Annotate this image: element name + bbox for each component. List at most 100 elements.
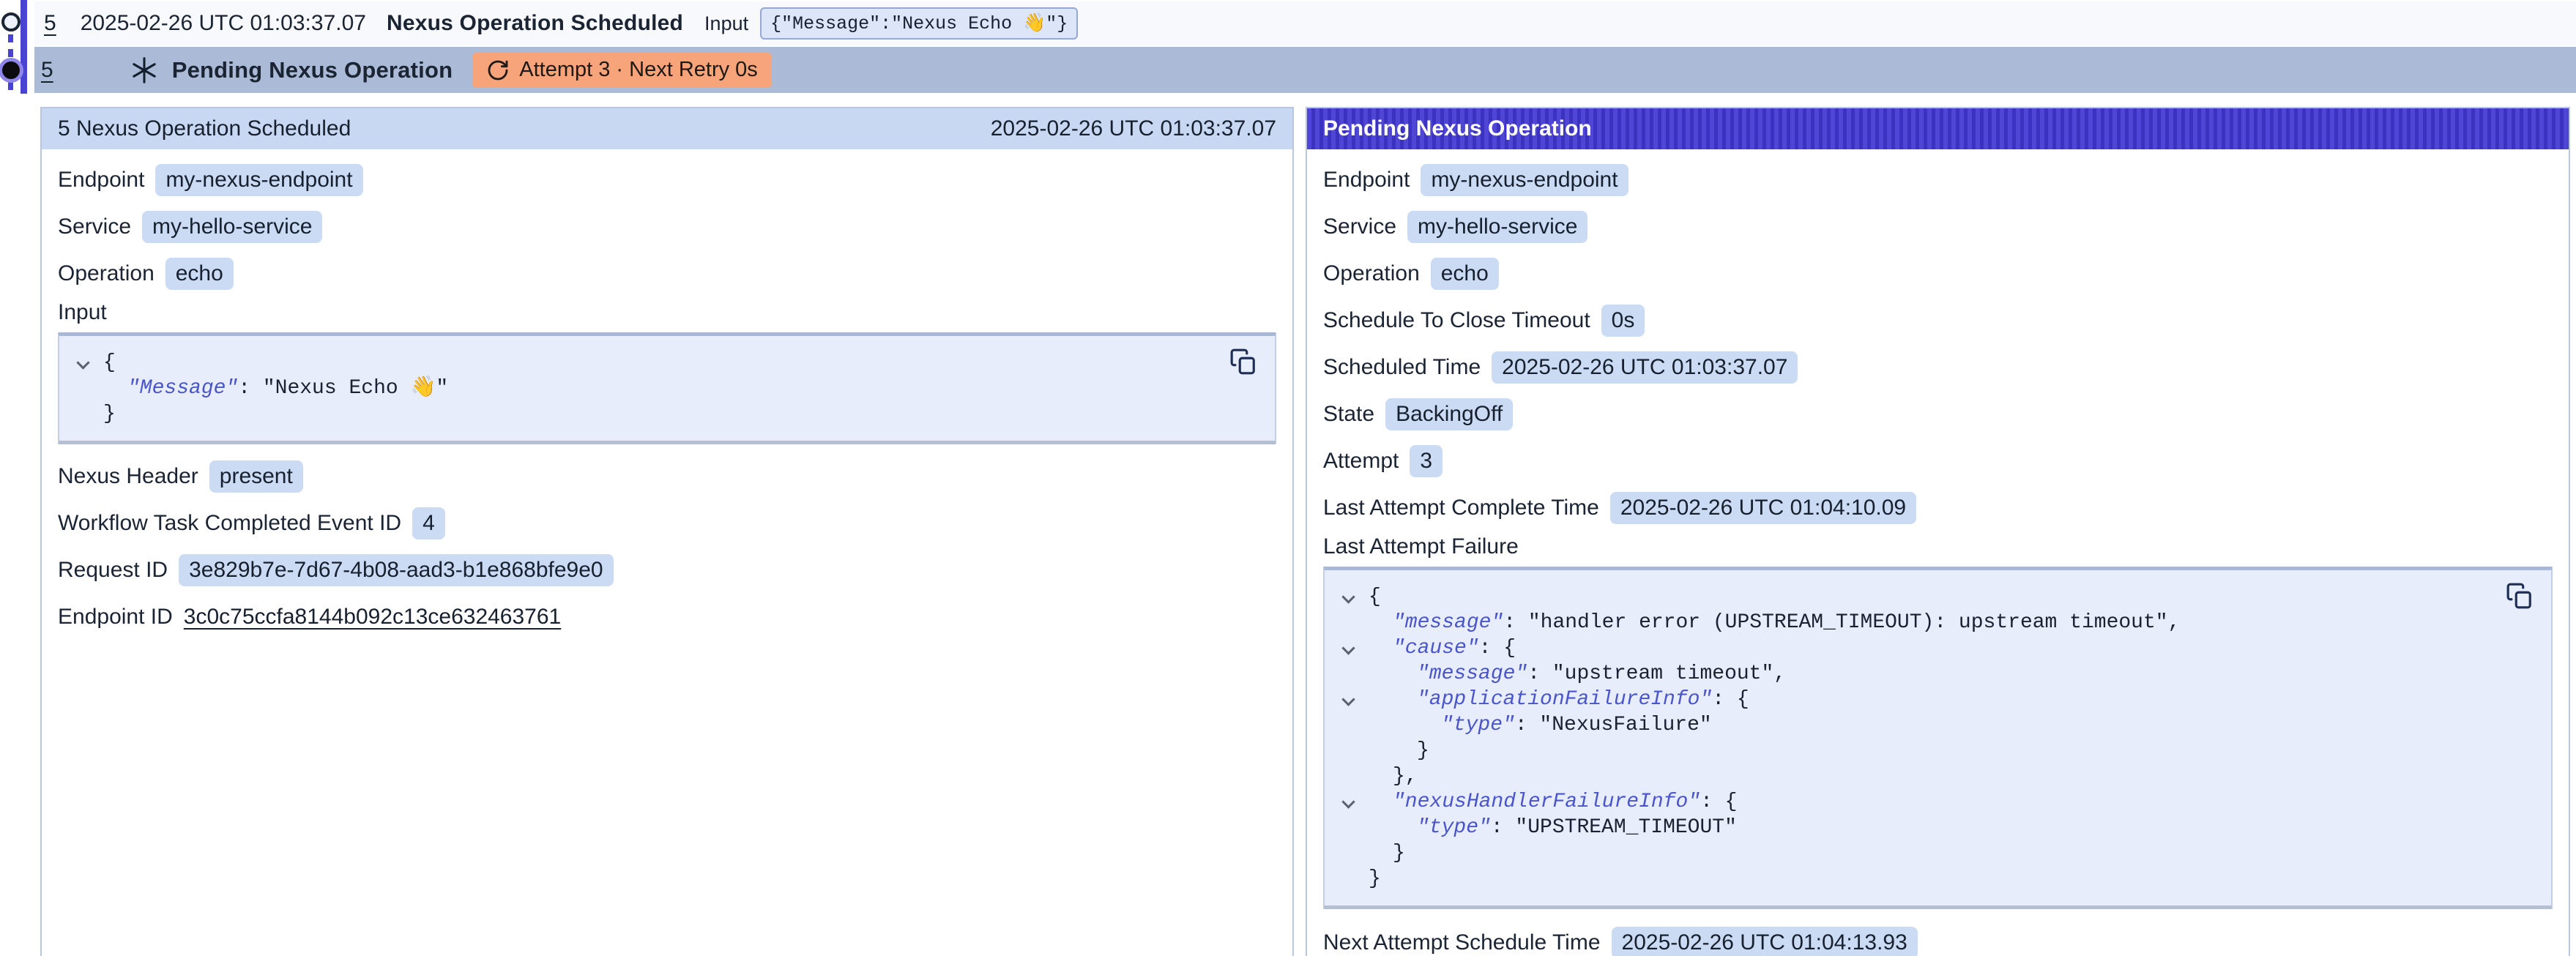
field-value-badge: 2025-02-26 UTC 01:03:37.07 [1492, 351, 1798, 384]
pending-panel-header: Pending Nexus Operation [1307, 108, 2569, 149]
field-value-badge: my-hello-service [142, 211, 322, 243]
field-label: Schedule To Close Timeout [1323, 308, 1590, 333]
input-label: Input [704, 12, 748, 35]
code-line: "type": "UPSTREAM_TIMEOUT" [1325, 815, 2485, 840]
retry-icon [486, 59, 510, 82]
field-value-link[interactable]: 3c0c75ccfa8144b092c13ce632463761 [184, 605, 561, 630]
pending-asterisk-icon [127, 53, 161, 87]
json-text: } [1369, 867, 1381, 890]
copy-icon [1229, 348, 1257, 376]
field-row: Endpoint ID 3c0c75ccfa8144b092c13ce632463… [58, 594, 1276, 641]
field-value-badge: BackingOff [1385, 398, 1513, 430]
json-key: "type" [1417, 816, 1491, 839]
field-value-badge: 0s [1601, 305, 1645, 337]
field-row: Workflow Task Completed Event ID4 [58, 500, 1276, 547]
timeline-dashed-connector [8, 34, 13, 59]
input-json-viewer: {"Message": "Nexus Echo 👋"} [58, 332, 1276, 444]
field-value-badge: present [209, 460, 303, 493]
code-line: { [59, 350, 1209, 376]
json-key: "message" [1393, 611, 1503, 634]
json-text: : "UPSTREAM_TIMEOUT" [1491, 816, 1737, 839]
field-label: Endpoint ID [58, 605, 173, 630]
field-label: Last Attempt Complete Time [1323, 496, 1599, 520]
field-value-badge: echo [1431, 258, 1499, 290]
field-label: Scheduled Time [1323, 355, 1481, 380]
field-row: Operation echo [58, 250, 1276, 297]
code-line: "cause": { [1325, 635, 2485, 661]
json-key: "cause" [1393, 637, 1479, 660]
json-key: "nexusHandlerFailureInfo" [1393, 791, 1700, 813]
json-text: : "handler error (UPSTREAM_TIMEOUT): ups… [1503, 611, 2180, 634]
field-label: Endpoint [1323, 168, 1410, 193]
field-row: Service my-hello-service [1323, 203, 2553, 250]
retry-badge-text: Attempt 3 · Next Retry 0s [519, 58, 758, 82]
code-line: }, [1325, 763, 2485, 789]
json-key: "message" [1417, 662, 1527, 685]
copy-button[interactable] [2504, 580, 2535, 611]
field-value-badge: 2025-02-26 UTC 01:04:10.09 [1610, 492, 1916, 524]
failure-section-label: Last Attempt Failure [1323, 531, 2553, 567]
field-label: State [1323, 402, 1374, 427]
json-text: : { [1479, 637, 1516, 660]
field-label: Request ID [58, 558, 168, 583]
field-value-badge: my-nexus-endpoint [155, 164, 362, 196]
field-label: Endpoint [58, 168, 144, 193]
code-line: "nexusHandlerFailureInfo": { [1325, 789, 2485, 815]
failure-json-viewer: {"message": "handler error (UPSTREAM_TIM… [1323, 567, 2553, 909]
field-label: Nexus Header [58, 464, 198, 489]
json-text: : "upstream timeout", [1527, 662, 1786, 685]
event-history-view: 5 2025-02-26 UTC 01:03:37.07 Nexus Opera… [0, 0, 2576, 956]
copy-icon [2506, 582, 2534, 610]
field-label: Service [58, 214, 131, 239]
panel-timestamp: 2025-02-26 UTC 01:03:37.07 [991, 116, 1276, 141]
json-text: : { [1700, 791, 1737, 813]
field-value-badge: 2025-02-26 UTC 01:04:13.93 [1612, 927, 1918, 956]
json-key: "type" [1441, 714, 1515, 736]
code-line: "Message": "Nexus Echo 👋" [59, 376, 1209, 401]
json-key: "Message" [127, 377, 238, 400]
json-text: : "Nexus Echo 👋" [238, 377, 448, 400]
json-text: { [103, 351, 116, 374]
field-label: Next Attempt Schedule Time [1323, 930, 1601, 955]
event-title: Pending Nexus Operation [172, 57, 453, 83]
field-value-badge: echo [165, 258, 234, 290]
field-row: Endpoint my-nexus-endpoint [58, 157, 1276, 203]
timeline-event-node-icon [1, 12, 21, 31]
input-preview-badge: {"Message":"Nexus Echo 👋"} [760, 7, 1078, 40]
code-line: { [1325, 584, 2485, 610]
field-row: State BackingOff [1323, 391, 2553, 438]
timeline-pending-node-icon [2, 61, 20, 79]
code-line: "message": "upstream timeout", [1325, 661, 2485, 687]
input-section-label: Input [58, 297, 1276, 332]
json-text: : "NexusFailure" [1515, 714, 1712, 736]
event-row-pending-selected[interactable]: 5 Pending Nexus Operation Attempt 3 · Ne… [34, 47, 2576, 93]
code-line: } [1325, 738, 2485, 763]
event-row-scheduled[interactable]: 5 2025-02-26 UTC 01:03:37.07 Nexus Opera… [34, 1, 2576, 45]
event-id-link[interactable]: 5 [41, 58, 53, 83]
field-row: Operationecho [1323, 250, 2553, 297]
field-label: Operation [58, 261, 155, 286]
field-value-badge: 4 [412, 507, 445, 539]
timeline-dashed-connector [8, 82, 13, 94]
field-value-badge: my-nexus-endpoint [1421, 164, 1628, 196]
field-row: Nexus Header present [58, 453, 1276, 500]
field-value-badge: 3 [1410, 445, 1443, 477]
field-value-badge: my-hello-service [1407, 211, 1587, 243]
code-line: "type": "NexusFailure" [1325, 712, 2485, 738]
json-text: }, [1393, 765, 1418, 788]
copy-button[interactable] [1228, 346, 1259, 377]
field-label: Service [1323, 214, 1396, 239]
field-row: Last Attempt Complete Time 2025-02-26 UTC… [1323, 485, 2553, 531]
code-line: } [1325, 866, 2485, 892]
event-id-link[interactable]: 5 [44, 11, 56, 36]
code-line: } [59, 401, 1209, 427]
json-text: { [1369, 586, 1381, 608]
scheduled-panel-header: 5 Nexus Operation Scheduled 2025-02-26 U… [42, 108, 1292, 149]
field-row: Request ID 3e829b7e-7d67-4b08-aad3-b1e868… [58, 547, 1276, 594]
timeline-active-bar [21, 0, 27, 94]
field-row: Schedule To Close Timeout 0s [1323, 297, 2553, 344]
panel-title: 5 Nexus Operation Scheduled [58, 116, 351, 141]
attempt-retry-badge: Attempt 3 · Next Retry 0s [472, 53, 772, 88]
field-row: Attempt3 [1323, 438, 2553, 485]
field-value-badge: 3e829b7e-7d67-4b08-aad3-b1e868bfe9e0 [179, 554, 614, 586]
